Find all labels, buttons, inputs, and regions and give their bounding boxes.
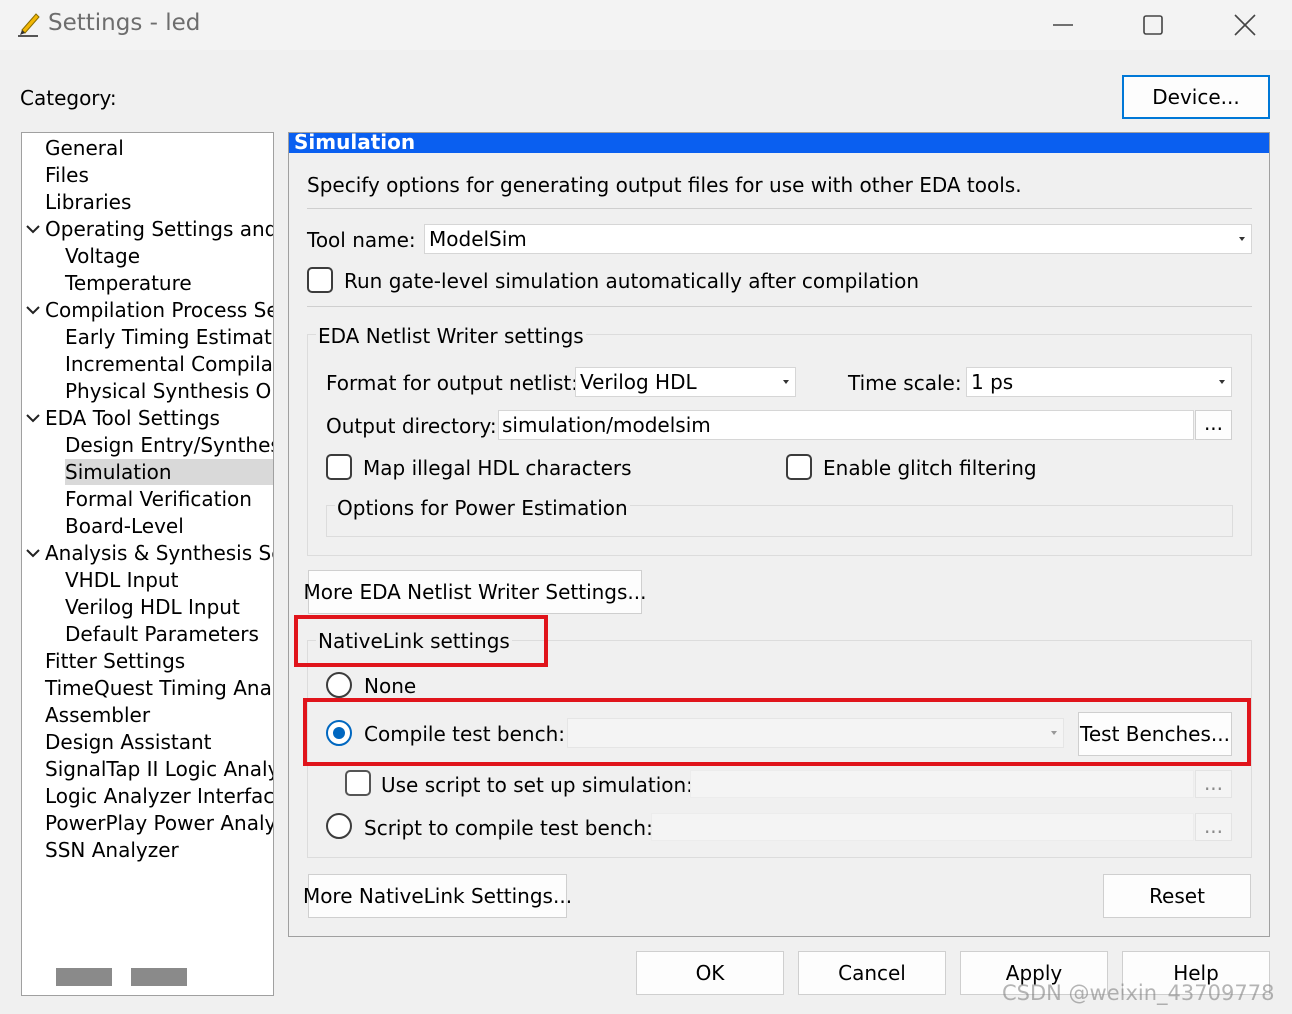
cancel-button[interactable]: Cancel [798, 951, 946, 995]
close-button[interactable] [1200, 0, 1290, 50]
tree-item[interactable]: Logic Analyzer Interface [45, 783, 273, 809]
tree-item[interactable]: SignalTap II Logic Analy [45, 756, 273, 782]
tree-item[interactable]: Formal Verification [65, 486, 252, 512]
reset-button[interactable]: Reset [1103, 874, 1251, 918]
use-script-browse-button[interactable]: ... [1195, 770, 1232, 798]
divider [307, 208, 1252, 209]
tool-name-label: Tool name: [307, 228, 416, 252]
pencil-icon [16, 10, 42, 38]
tree-item[interactable]: SSN Analyzer [45, 837, 179, 863]
tree-item[interactable]: Temperature [65, 270, 192, 296]
chevron-down-icon[interactable] [25, 302, 41, 318]
more-nativelink-settings-button[interactable]: More NativeLink Settings... [303, 874, 572, 918]
format-label: Format for output netlist: [326, 371, 578, 395]
run-gate-level-checkbox[interactable] [307, 267, 333, 293]
scrollbar-thumb-right[interactable] [131, 968, 187, 986]
panel-header-title: Simulation [294, 130, 416, 154]
tree-item[interactable]: Voltage [65, 243, 140, 269]
tree-item[interactable]: TimeQuest Timing Analy [45, 675, 273, 701]
tree-hscrollbar[interactable] [22, 957, 273, 995]
maximize-button[interactable] [1108, 0, 1198, 50]
chevron-down-icon[interactable] [25, 410, 41, 426]
watermark: CSDN @weixin_43709778 [1002, 981, 1275, 1005]
tree-item[interactable]: EDA Tool Settings [45, 405, 220, 431]
chevron-down-icon [1239, 237, 1245, 241]
radio-script-compile[interactable] [326, 813, 352, 839]
tree-item[interactable]: Board-Level [65, 513, 184, 539]
tree-item[interactable]: Assembler [45, 702, 150, 728]
chevron-down-icon [783, 380, 789, 384]
tree-item[interactable]: Compilation Process Sett [45, 297, 273, 323]
script-compile-browse-button[interactable]: ... [1195, 813, 1232, 841]
category-label: Category: [20, 86, 117, 110]
tree-item[interactable]: Physical Synthesis Opt [65, 378, 273, 404]
radio-none-label: None [364, 674, 417, 698]
window-title: Settings - led [48, 10, 201, 36]
radio-none[interactable] [326, 672, 352, 698]
tool-name-combo[interactable]: ModelSim [424, 224, 1252, 254]
map-illegal-checkbox[interactable] [326, 454, 352, 480]
category-tree[interactable]: General Files Libraries Operating Settings … [21, 132, 274, 996]
map-illegal-label: Map illegal HDL characters [363, 456, 632, 480]
output-dir-input[interactable]: simulation/modelsim [498, 410, 1194, 440]
highlight-nativelink-title [294, 615, 548, 667]
output-dir-value: simulation/modelsim [502, 413, 711, 437]
tree-item[interactable]: Early Timing Estimate [65, 324, 273, 350]
tree-item[interactable]: Design Entry/Synthesis [65, 432, 273, 458]
tree-item[interactable]: Verilog HDL Input [65, 594, 240, 620]
tree-item[interactable]: PowerPlay Power Analyz [45, 810, 273, 836]
tree-item[interactable]: General [45, 135, 124, 161]
glitch-filtering-checkbox[interactable] [786, 454, 812, 480]
chevron-down-icon[interactable] [25, 221, 41, 237]
tree-item[interactable]: Design Assistant [45, 729, 212, 755]
output-dir-browse-button[interactable]: ... [1195, 410, 1232, 440]
tree-item[interactable]: Files [45, 162, 89, 188]
panel-header-bar: Simulation [289, 130, 1269, 154]
tree-item[interactable]: Incremental Compilati [65, 351, 273, 377]
chevron-down-icon[interactable] [25, 545, 41, 561]
tree-item[interactable]: Analysis & Synthesis Sett [45, 540, 273, 566]
timescale-label: Time scale: [848, 371, 962, 395]
timescale-combo[interactable]: 1 ps [966, 367, 1232, 397]
tree-item[interactable]: Fitter Settings [45, 648, 185, 674]
panel-description: Specify options for generating output fi… [307, 173, 1022, 197]
tree-item[interactable]: Default Parameters [65, 621, 259, 647]
use-script-checkbox[interactable] [345, 770, 371, 796]
minimize-button[interactable] [1018, 0, 1108, 50]
highlight-compile-test-bench [303, 698, 1251, 766]
tree-item[interactable]: Operating Settings and C [45, 216, 273, 242]
script-compile-input[interactable] [651, 813, 1194, 841]
scrollbar-thumb-left[interactable] [56, 968, 112, 986]
device-button[interactable]: Device... [1122, 75, 1270, 119]
use-script-label: Use script to set up simulation: [381, 773, 693, 797]
format-value: Verilog HDL [580, 370, 697, 394]
tree-item[interactable]: VHDL Input [65, 567, 178, 593]
radio-script-compile-label: Script to compile test bench: [364, 816, 653, 840]
tree-item[interactable]: Libraries [45, 189, 131, 215]
output-dir-label: Output directory: [326, 414, 497, 438]
tool-name-value: ModelSim [429, 227, 527, 251]
close-icon [1234, 14, 1256, 36]
power-estimation-group-title: Options for Power Estimation [335, 496, 630, 520]
netlist-writer-group-title: EDA Netlist Writer settings [316, 324, 586, 348]
tree-item[interactable]: Simulation [65, 459, 273, 485]
glitch-filtering-label: Enable glitch filtering [823, 456, 1037, 480]
use-script-input[interactable] [690, 770, 1194, 798]
chevron-down-icon [1219, 380, 1225, 384]
ok-button[interactable]: OK [636, 951, 784, 995]
more-netlist-settings-button[interactable]: More EDA Netlist Writer Settings... [304, 570, 647, 614]
maximize-icon [1143, 15, 1163, 35]
minimize-icon [1053, 24, 1073, 26]
run-gate-level-label: Run gate-level simulation automatically … [344, 269, 920, 293]
format-combo[interactable]: Verilog HDL [575, 367, 796, 397]
timescale-value: 1 ps [971, 370, 1014, 394]
divider [307, 306, 1252, 307]
